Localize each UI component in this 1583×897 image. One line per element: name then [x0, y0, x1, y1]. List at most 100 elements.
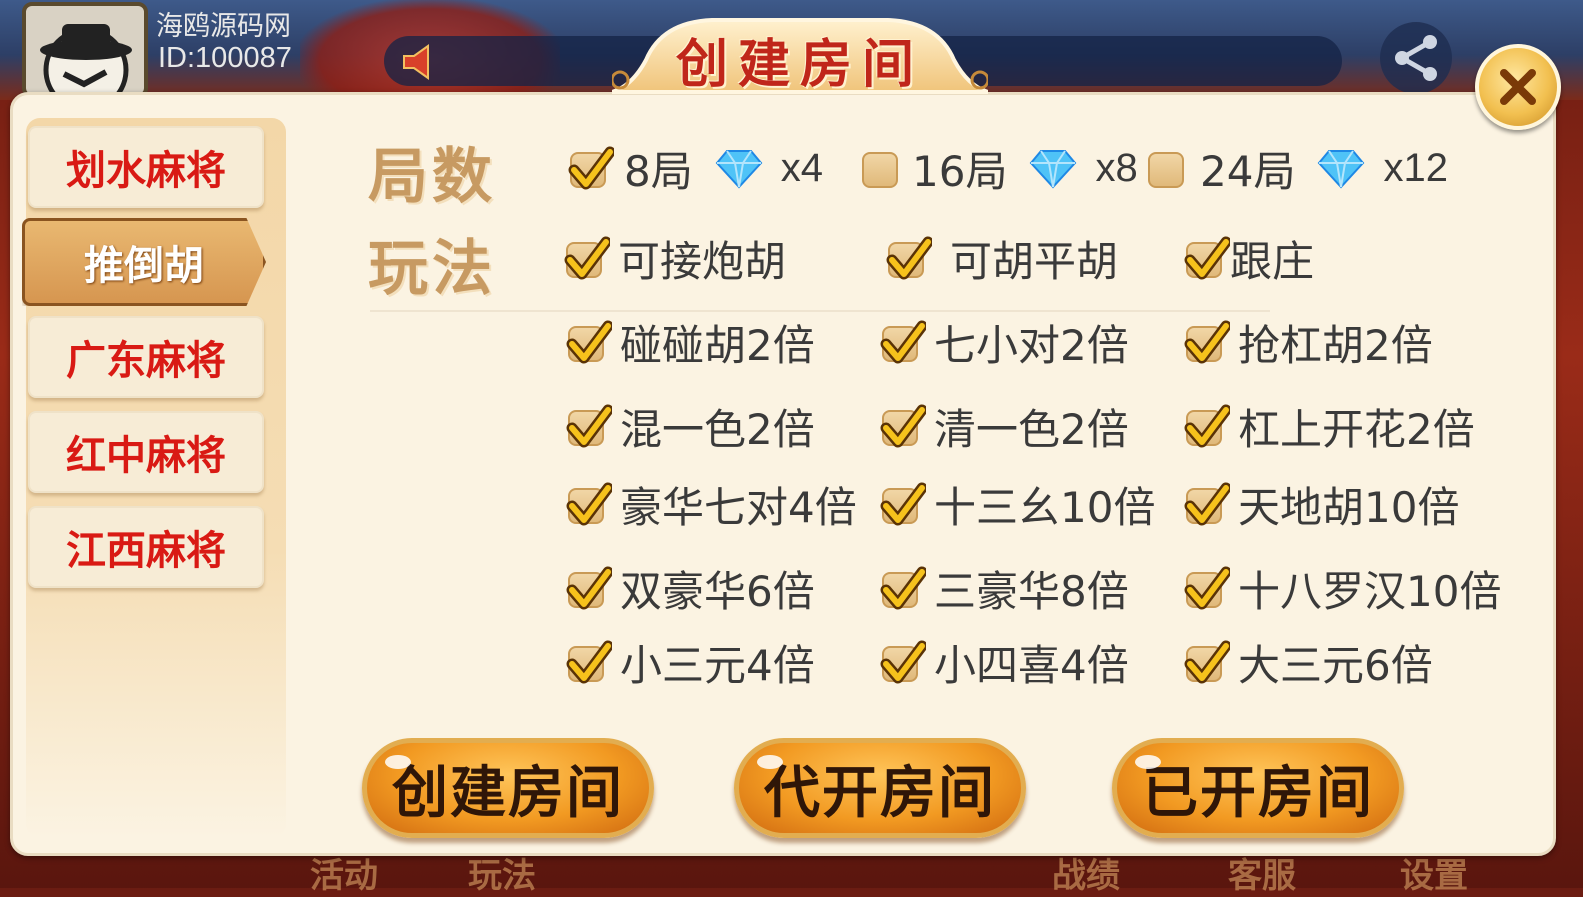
sidebar-item-jiangxi[interactable]: 江西麻将	[28, 506, 264, 588]
rule-option[interactable]: 混一色2倍	[566, 396, 815, 457]
sidebar-item-label: 红中麻将	[66, 433, 226, 479]
rule-option-label: 混一色2倍	[620, 405, 815, 454]
avatar[interactable]	[22, 2, 148, 98]
rule-option[interactable]: 豪华七对4倍	[566, 474, 857, 535]
checkbox-checked[interactable]	[880, 566, 926, 612]
checkbox-checked[interactable]	[880, 482, 926, 528]
checkmark-icon	[566, 566, 612, 609]
rounds-option-label: 16局	[912, 147, 1008, 196]
rule-option[interactable]: 可胡平胡	[886, 228, 1118, 289]
dialog-title: 创建房间	[675, 34, 924, 95]
checkbox-checked[interactable]	[566, 482, 612, 528]
rule-option[interactable]: 双豪华6倍	[566, 558, 815, 619]
diamond-icon	[1030, 149, 1077, 188]
user-name: 海鸥源码网	[156, 11, 291, 42]
rule-option[interactable]: 杠上开花2倍	[1184, 396, 1475, 457]
checkbox-checked[interactable]	[886, 236, 932, 282]
diamond-cost: x12	[1383, 146, 1448, 190]
checkmark-icon	[566, 482, 612, 525]
rule-option[interactable]: 可接炮胡	[564, 228, 786, 289]
checkbox-checked[interactable]	[566, 320, 612, 366]
close-button[interactable]	[1475, 44, 1561, 130]
rule-option-label: 可胡平胡	[950, 237, 1119, 286]
diamond-cost: x8	[1095, 146, 1138, 190]
divider	[370, 310, 1270, 312]
rule-option-label: 大三元6倍	[1238, 641, 1433, 690]
checkbox-checked[interactable]	[880, 320, 926, 366]
rule-option[interactable]: 天地胡10倍	[1184, 474, 1459, 535]
checkmark-icon	[1184, 640, 1230, 683]
close-x-icon	[1500, 69, 1536, 105]
rounds-option-label: 8局	[624, 147, 693, 196]
checkmark-icon	[1184, 236, 1230, 279]
user-id: ID:100087	[158, 42, 292, 74]
checkbox-checked[interactable]	[566, 566, 612, 612]
rule-option-label: 三豪华8倍	[934, 567, 1129, 616]
checkmark-icon	[1184, 566, 1230, 609]
checkbox-checked[interactable]	[880, 404, 926, 450]
rule-option-label: 天地胡10倍	[1238, 483, 1460, 532]
rule-option[interactable]: 小四喜4倍	[880, 632, 1129, 693]
rounds-option-8[interactable]: 8局 x4	[568, 138, 823, 199]
rule-option[interactable]: 小三元4倍	[566, 632, 815, 693]
checkmark-icon	[1184, 404, 1230, 447]
sidebar-item-label: 江西麻将	[66, 528, 226, 574]
diamond-icon	[1318, 149, 1365, 188]
rule-option[interactable]: 十八罗汉10倍	[1184, 558, 1501, 619]
checkmark-icon	[880, 482, 926, 525]
rounds-option-16[interactable]: 16局 x8	[860, 138, 1138, 199]
checkbox-checked[interactable]	[880, 640, 926, 686]
checkbox-unchecked[interactable]	[1146, 146, 1192, 192]
sidebar-item-guangdong[interactable]: 广东麻将	[28, 316, 264, 398]
rounds-option-24[interactable]: 24局 x12	[1146, 138, 1448, 199]
rule-option-label: 跟庄	[1230, 237, 1315, 286]
checkbox-checked[interactable]	[568, 146, 614, 192]
diamond-cost: x4	[780, 146, 823, 190]
rule-option[interactable]: 跟庄	[1184, 228, 1314, 289]
rule-option[interactable]: 十三幺10倍	[880, 474, 1155, 535]
rule-option[interactable]: 大三元6倍	[1184, 632, 1433, 693]
checkmark-icon	[1184, 320, 1230, 363]
checkmark-icon	[568, 146, 614, 189]
sidebar-item-label: 广东麻将	[66, 338, 226, 384]
rule-option-label: 小三元4倍	[620, 641, 815, 690]
sidebar-item-tuidaohu[interactable]: 推倒胡	[22, 218, 266, 306]
checkbox-checked[interactable]	[566, 640, 612, 686]
rules-label: 玩法	[368, 234, 496, 304]
avatar-hat-icon	[40, 24, 132, 94]
rule-option[interactable]: 清一色2倍	[880, 396, 1129, 457]
checkbox-checked[interactable]	[1184, 404, 1230, 450]
rule-option-label: 双豪华6倍	[620, 567, 815, 616]
checkbox-checked[interactable]	[1184, 320, 1230, 366]
share-icon	[1395, 35, 1437, 81]
sidebar-item-hongzhong[interactable]: 红中麻将	[28, 411, 264, 493]
opened-rooms-button[interactable]: 已开房间	[1112, 738, 1404, 838]
share-button[interactable]	[1380, 22, 1452, 94]
rule-option-label: 七小对2倍	[934, 321, 1129, 370]
checkbox-checked[interactable]	[1184, 482, 1230, 528]
rule-option[interactable]: 抢杠胡2倍	[1184, 312, 1433, 373]
rule-option[interactable]: 碰碰胡2倍	[566, 312, 815, 373]
sidebar-item-huashui[interactable]: 划水麻将	[28, 126, 264, 208]
checkbox-checked[interactable]	[1184, 640, 1230, 686]
checkbox-unchecked[interactable]	[860, 146, 906, 192]
proxy-room-button[interactable]: 代开房间	[734, 738, 1026, 838]
checkbox-checked[interactable]	[1184, 236, 1230, 282]
checkmark-icon	[566, 404, 612, 447]
checkbox-box	[1148, 151, 1184, 188]
rule-option[interactable]: 三豪华8倍	[880, 558, 1129, 619]
rounds-label: 局数	[368, 142, 496, 212]
create-room-button[interactable]: 创建房间	[362, 738, 654, 838]
rule-option-label: 抢杠胡2倍	[1238, 321, 1433, 370]
sidebar-item-label: 划水麻将	[66, 148, 226, 194]
checkbox-checked[interactable]	[566, 404, 612, 450]
checkbox-checked[interactable]	[564, 236, 610, 282]
rule-option[interactable]: 七小对2倍	[880, 312, 1129, 373]
rule-option-label: 十三幺10倍	[934, 483, 1156, 532]
sidebar-item-label: 推倒胡	[84, 243, 204, 289]
create-room-label: 创建房间	[392, 760, 624, 826]
checkmark-icon	[880, 566, 926, 609]
rule-option-label: 清一色2倍	[934, 405, 1129, 454]
checkmark-icon	[880, 640, 926, 683]
checkbox-checked[interactable]	[1184, 566, 1230, 612]
